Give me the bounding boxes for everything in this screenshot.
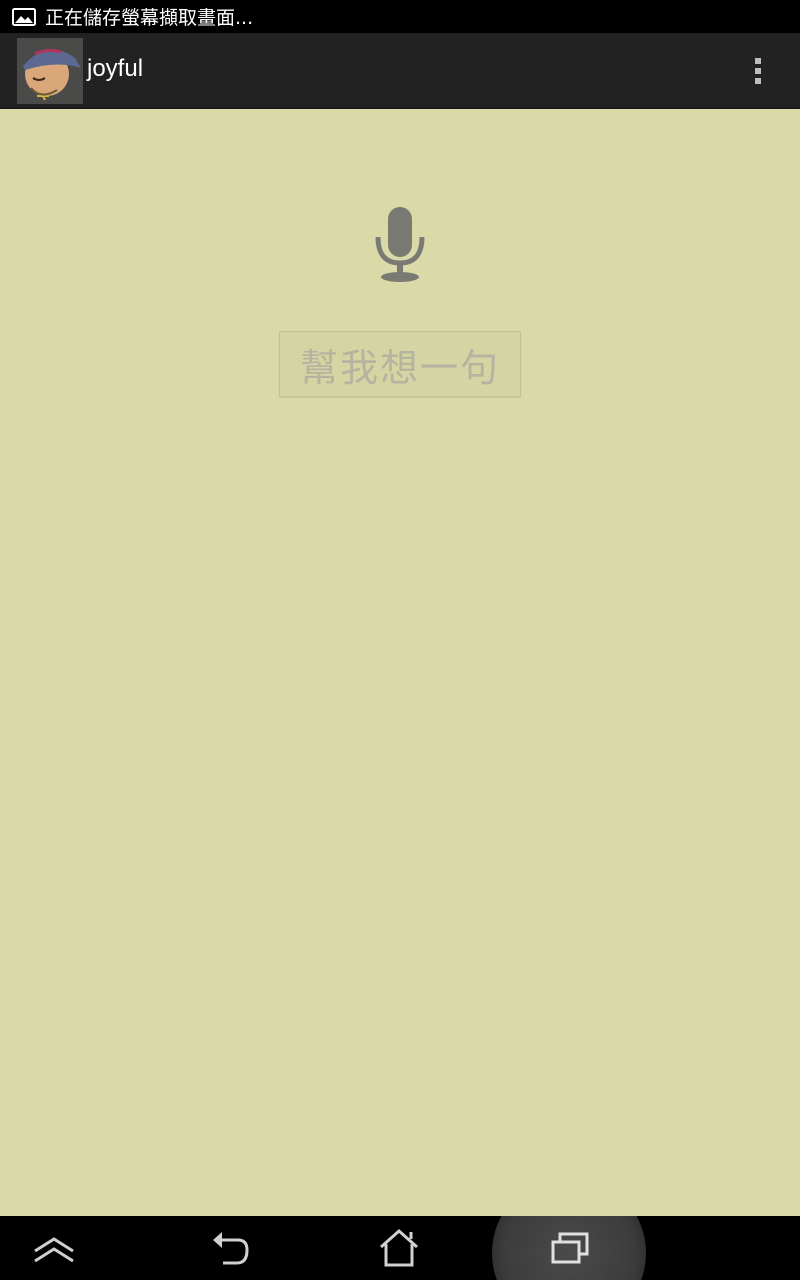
- suggest-sentence-button[interactable]: 幫我想一句: [279, 331, 521, 397]
- overflow-dot: [755, 58, 761, 64]
- microphone-icon[interactable]: [370, 205, 430, 285]
- recent-apps-icon[interactable]: [550, 1230, 590, 1266]
- main-content: 幫我想一句: [0, 109, 800, 1216]
- back-icon[interactable]: [210, 1230, 250, 1266]
- home-icon[interactable]: [378, 1228, 420, 1268]
- app-title: joyful: [87, 55, 144, 82]
- overflow-dot: [755, 78, 761, 84]
- hide-keyboard-icon[interactable]: [32, 1234, 76, 1264]
- navigation-bar: [0, 1216, 800, 1280]
- status-notification-text: 正在儲存螢幕擷取畫面...: [45, 7, 254, 29]
- screenshot-image-icon: [12, 7, 36, 26]
- status-bar: 正在儲存螢幕擷取畫面...: [0, 0, 800, 33]
- app-avatar-icon[interactable]: [17, 38, 83, 104]
- action-bar: joyful: [0, 33, 800, 109]
- overflow-dot: [755, 68, 761, 74]
- overflow-menu-icon[interactable]: [740, 51, 776, 91]
